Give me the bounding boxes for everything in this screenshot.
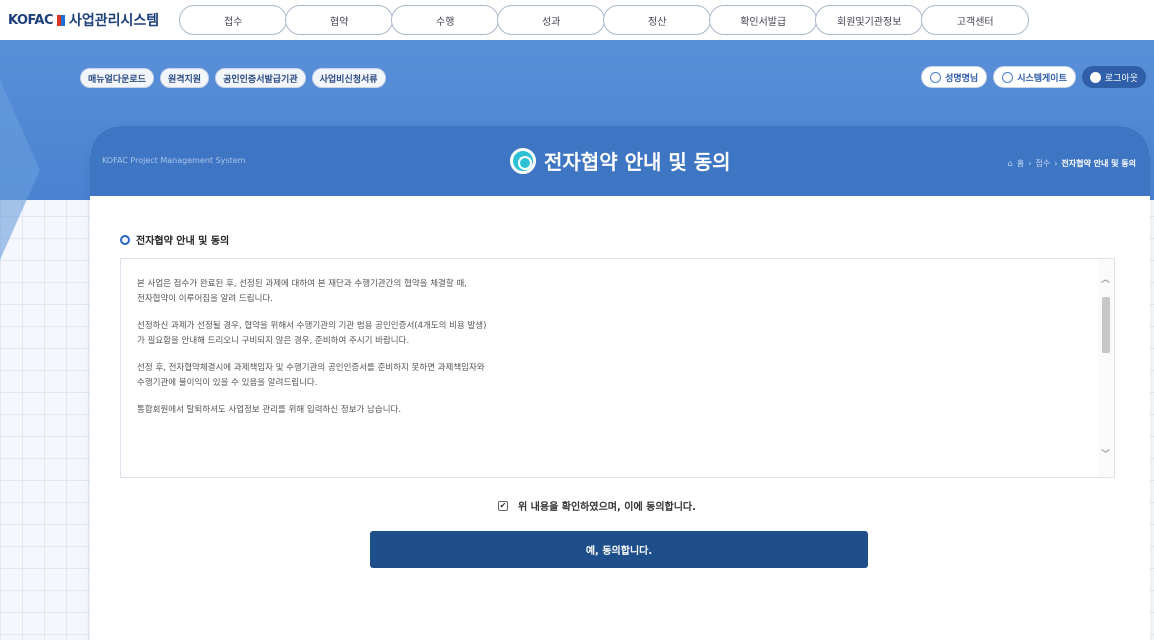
home-icon[interactable]: ⌂ [1008,159,1013,168]
scrollbar[interactable]: ︿ ﹀ [1098,259,1114,477]
breadcrumb-home[interactable]: 홈 [1017,158,1024,169]
top-navigation: KOFAC 사업관리시스템 접수 협약 수행 성과 정산 확인서발급 회원및기관… [0,0,1154,40]
main-menu: 접수 협약 수행 성과 정산 확인서발급 회원및기관정보 고객센터 [179,5,1030,35]
sub-menu-remote-support[interactable]: 원격지원 [159,68,210,88]
breadcrumb: ⌂ 홈 › 접수 › 전자협약 안내 및 동의 [1008,158,1136,169]
logout-label: 로그아웃 [1104,73,1138,84]
section-title-text: 전자협약 안내 및 동의 [136,236,230,247]
logout-button[interactable]: 로그아웃 [1081,66,1146,88]
logo-mark-icon [57,14,66,26]
system-name: 사업관리시스템 [69,13,160,29]
sub-menu-application-docs[interactable]: 사업비신청서류 [311,68,386,88]
menu-item-agreement[interactable]: 협약 [285,5,394,35]
agree-checkbox-label[interactable]: 위 내용을 확인하였으며, 이에 동의합니다. [518,498,696,513]
person-icon [930,71,942,83]
agree-button[interactable]: 예, 동의합니다. [370,531,868,568]
agree-checkbox-row[interactable]: ✔ 위 내용을 확인하였으며, 이에 동의합니다. [498,498,696,513]
ring-bullet-icon [120,234,130,245]
agreement-paragraph: 선정하신 과제가 선정될 경우, 협약을 위해서 수행기관의 기관 범용 공인인… [137,321,487,346]
system-gate-button[interactable]: 시스템게이트 [993,66,1076,88]
logo-brand: KOFAC [8,12,54,28]
system-gate-label: 시스템게이트 [1017,73,1067,84]
logo[interactable]: KOFAC 사업관리시스템 [0,10,159,30]
menu-item-execution[interactable]: 수행 [391,5,500,35]
scrollbar-thumb[interactable] [1102,297,1110,353]
page-header: KOFAC Project Management System 전자협약 안내 … [90,126,1150,196]
power-icon [1089,71,1101,83]
section-title: 전자협약 안내 및 동의 [120,232,229,247]
agree-checkbox[interactable]: ✔ [498,500,508,511]
agreement-paragraph: 선정 후, 전자협약체결시에 과제책임자 및 수행기관의 공인인증서를 준비하지… [137,363,485,388]
agreement-text-box[interactable]: 본 사업은 접수가 완료된 후, 선정된 과제에 대하여 본 재단과 수행기관간… [120,258,1115,478]
breadcrumb-current: 전자협약 안내 및 동의 [1061,159,1136,168]
user-name-label: 성명명님 [945,73,979,84]
page-title-text: 전자협약 안내 및 동의 [544,150,731,174]
menu-item-settlement[interactable]: 정산 [603,5,712,35]
breadcrumb-receipt[interactable]: 접수 [1035,158,1050,169]
user-name-button[interactable]: 성명명님 [921,66,988,88]
user-menu: 성명명님 시스템게이트 로그아웃 [921,66,1146,88]
menu-item-customer-center[interactable]: 고객센터 [921,5,1030,35]
menu-item-receipt[interactable]: 접수 [179,5,288,35]
menu-item-certificate[interactable]: 확인서발급 [709,5,818,35]
agreement-paragraph: 통합회원에서 탈퇴하셔도 사업정보 관리를 위해 입력하신 정보가 남습니다. [137,405,402,415]
sub-menu-cert-issuer[interactable]: 공인인증서발급기관 [215,68,306,88]
scroll-up-icon[interactable]: ︿ [1101,273,1110,288]
menu-item-member-info[interactable]: 회원및기관정보 [815,5,924,35]
breadcrumb-separator: › [1028,159,1032,168]
sub-menu-manual-download[interactable]: 매뉴얼다운로드 [80,68,154,88]
breadcrumb-separator: › [1054,159,1058,168]
scroll-down-icon[interactable]: ﹀ [1101,448,1110,463]
agreement-paragraph: 본 사업은 접수가 완료된 후, 선정된 과제에 대하여 본 재단과 수행기관간… [137,279,467,304]
menu-item-performance[interactable]: 성과 [497,5,606,35]
target-icon [510,147,536,174]
person-icon [1002,71,1014,83]
page-subtitle: KOFAC Project Management System [102,156,246,165]
page-title: 전자협약 안내 및 동의 [510,146,731,175]
sub-menu: 매뉴얼다운로드 원격지원 공인인증서발급기관 사업비신청서류 [80,68,386,88]
